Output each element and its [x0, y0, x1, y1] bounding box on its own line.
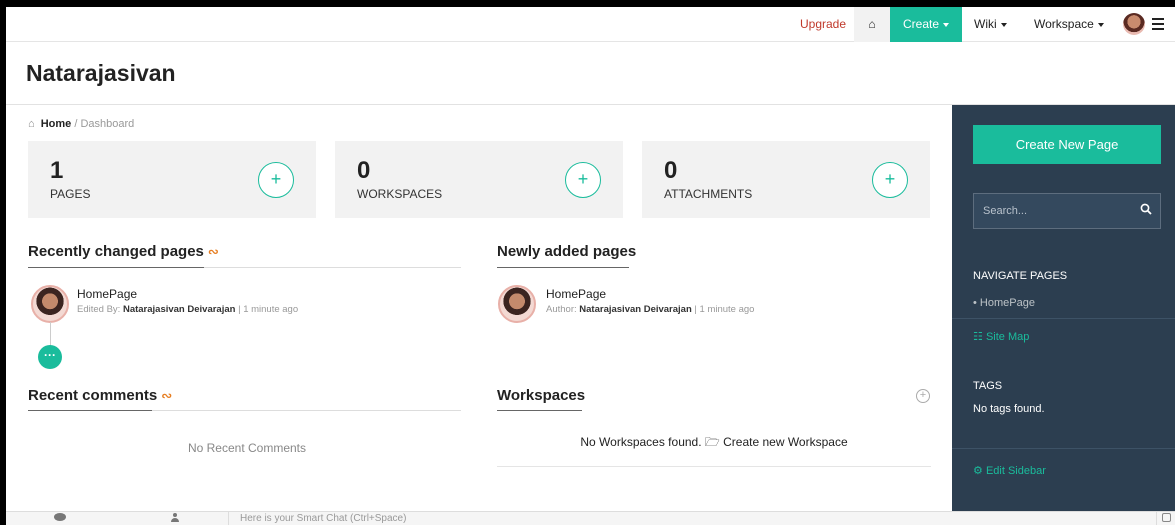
stat-label: PAGES — [50, 187, 91, 201]
section-title: Recently changed pages — [28, 243, 204, 260]
sidebar-divider — [952, 318, 1175, 319]
sidebar-item-label: HomePage — [979, 297, 1035, 309]
tags-empty-message: No tags found. — [973, 403, 1045, 415]
tags-heading: TAGS — [973, 380, 1003, 392]
recent-comments-heading: Recent comments ∾ — [28, 387, 172, 404]
edit-sidebar-label: Edit Sidebar — [985, 465, 1046, 477]
breadcrumb-separator: / — [74, 118, 78, 130]
hamburger-menu-icon[interactable] — [1152, 18, 1164, 30]
stat-card-attachments: 0 ATTACHMENTS + — [642, 141, 930, 218]
stat-value: 1 — [50, 157, 64, 184]
site-map-label: Site Map — [985, 331, 1030, 343]
no-comments-message: No Recent Comments — [187, 441, 307, 455]
upgrade-link[interactable]: Upgrade — [800, 7, 846, 42]
workspaces-heading: Workspaces — [497, 387, 586, 404]
add-attachment-plus-icon[interactable]: + — [872, 162, 908, 198]
user-icon[interactable] — [171, 513, 179, 522]
breadcrumb-current: Dashboard — [80, 118, 135, 130]
create-workspace-link[interactable]: Create new Workspace — [723, 435, 848, 449]
wiki-label: Wiki — [974, 17, 997, 31]
divider — [228, 512, 229, 525]
page-link-homepage[interactable]: HomePage — [77, 287, 137, 301]
create-label: Create — [902, 17, 940, 31]
stat-value: 0 — [357, 157, 371, 184]
empty-text: No Workspaces found. — [580, 435, 702, 449]
add-workspace-icon[interactable]: + — [916, 389, 930, 403]
section-divider — [497, 267, 629, 268]
rss-icon[interactable]: ∾ — [161, 388, 172, 403]
sitemap-icon: ☷ — [973, 331, 983, 343]
author-name[interactable]: Natarajasivan Deivarajan — [123, 304, 235, 315]
edit-sidebar-link[interactable]: ⚙ Edit Sidebar — [973, 464, 1046, 477]
create-new-page-button[interactable]: Create New Page — [973, 125, 1161, 164]
author-avatar — [498, 285, 536, 323]
workspace-label: Workspace — [1034, 17, 1094, 31]
meta-prefix: Edited By: — [77, 304, 121, 315]
section-divider — [497, 466, 931, 467]
home-icon: ⌂ — [868, 17, 876, 31]
meta-prefix: Author: — [546, 304, 577, 315]
caret-down-icon — [1000, 22, 1007, 27]
home-icon: ⌂ — [28, 118, 35, 130]
newly-added-heading: Newly added pages — [497, 243, 637, 260]
author-name[interactable]: Natarajasivan Deivarajan — [579, 304, 691, 315]
section-divider — [28, 267, 461, 268]
section-title: Recent comments — [28, 387, 158, 404]
app-frame: Upgrade ⌂ Create Wiki Workspace Nataraja… — [6, 7, 1175, 525]
smart-chat-input[interactable]: Here is your Smart Chat (Ctrl+Space) — [240, 513, 406, 524]
section-divider — [497, 410, 582, 411]
stat-label: WORKSPACES — [357, 187, 443, 201]
create-dropdown[interactable]: Create — [890, 7, 962, 42]
breadcrumb-home-link[interactable]: Home — [41, 118, 72, 130]
sidebar-search-input[interactable]: Search... — [973, 193, 1161, 229]
search-icon[interactable] — [1140, 203, 1152, 215]
entry-meta: Edited By: Natarajasivan Deivarajan | 1 … — [77, 304, 298, 315]
site-map-link[interactable]: ☷ Site Map — [973, 330, 1029, 343]
no-workspaces-message: No Workspaces found. 🗁 Create new Worksp… — [497, 433, 931, 454]
divider — [1156, 512, 1157, 525]
caret-down-icon — [943, 22, 950, 27]
sidebar-item-homepage[interactable]: • HomePage — [973, 297, 1035, 309]
home-nav-button[interactable]: ⌂ — [854, 7, 890, 42]
add-page-plus-icon[interactable]: + — [258, 162, 294, 198]
folder-open-icon: 🗁 — [704, 435, 720, 449]
add-workspace-plus-icon[interactable]: + — [565, 162, 601, 198]
stat-card-pages: 1 PAGES + — [28, 141, 316, 218]
stat-value: 0 — [664, 157, 678, 184]
chat-bubble-icon[interactable] — [54, 513, 66, 521]
meta-separator: | — [238, 304, 241, 315]
dashboard-main: ⌂ Home / Dashboard 1 PAGES + 0 WORKSPACE… — [6, 105, 952, 525]
timestamp: 1 minute ago — [243, 304, 299, 315]
search-placeholder: Search... — [983, 205, 1028, 217]
entry-meta: Author: Natarajasivan Deivarajan | 1 min… — [546, 304, 754, 315]
page-header: Natarajasivan — [6, 42, 1175, 105]
author-avatar — [31, 285, 69, 323]
navigate-pages-heading: NAVIGATE PAGES — [973, 270, 1068, 282]
page-title: Natarajasivan — [26, 60, 176, 86]
user-avatar[interactable] — [1123, 13, 1145, 35]
sidebar-divider — [952, 448, 1175, 449]
expand-chat-icon[interactable] — [1162, 513, 1171, 522]
wiki-dropdown[interactable]: Wiki — [974, 7, 1007, 42]
rss-icon[interactable]: ∾ — [208, 244, 219, 259]
workspace-dropdown[interactable]: Workspace — [1034, 7, 1104, 42]
breadcrumb: ⌂ Home / Dashboard — [28, 118, 134, 130]
section-divider — [28, 410, 461, 411]
right-sidebar: Create New Page Search... NAVIGATE PAGES… — [952, 105, 1175, 525]
gear-icon: ⚙ — [973, 465, 983, 477]
smart-chat-bar: Here is your Smart Chat (Ctrl+Space) — [6, 511, 1175, 525]
top-navbar: Upgrade ⌂ Create Wiki Workspace — [6, 7, 1175, 42]
caret-down-icon — [1097, 22, 1104, 27]
stat-label: ATTACHMENTS — [664, 187, 753, 201]
load-more-button[interactable]: ··· — [38, 345, 62, 369]
timestamp: 1 minute ago — [699, 304, 755, 315]
stat-card-workspaces: 0 WORKSPACES + — [335, 141, 623, 218]
bullet: • — [973, 297, 977, 309]
page-link-homepage[interactable]: HomePage — [546, 287, 606, 301]
meta-separator: | — [694, 304, 697, 315]
recently-changed-heading: Recently changed pages ∾ — [28, 243, 219, 260]
